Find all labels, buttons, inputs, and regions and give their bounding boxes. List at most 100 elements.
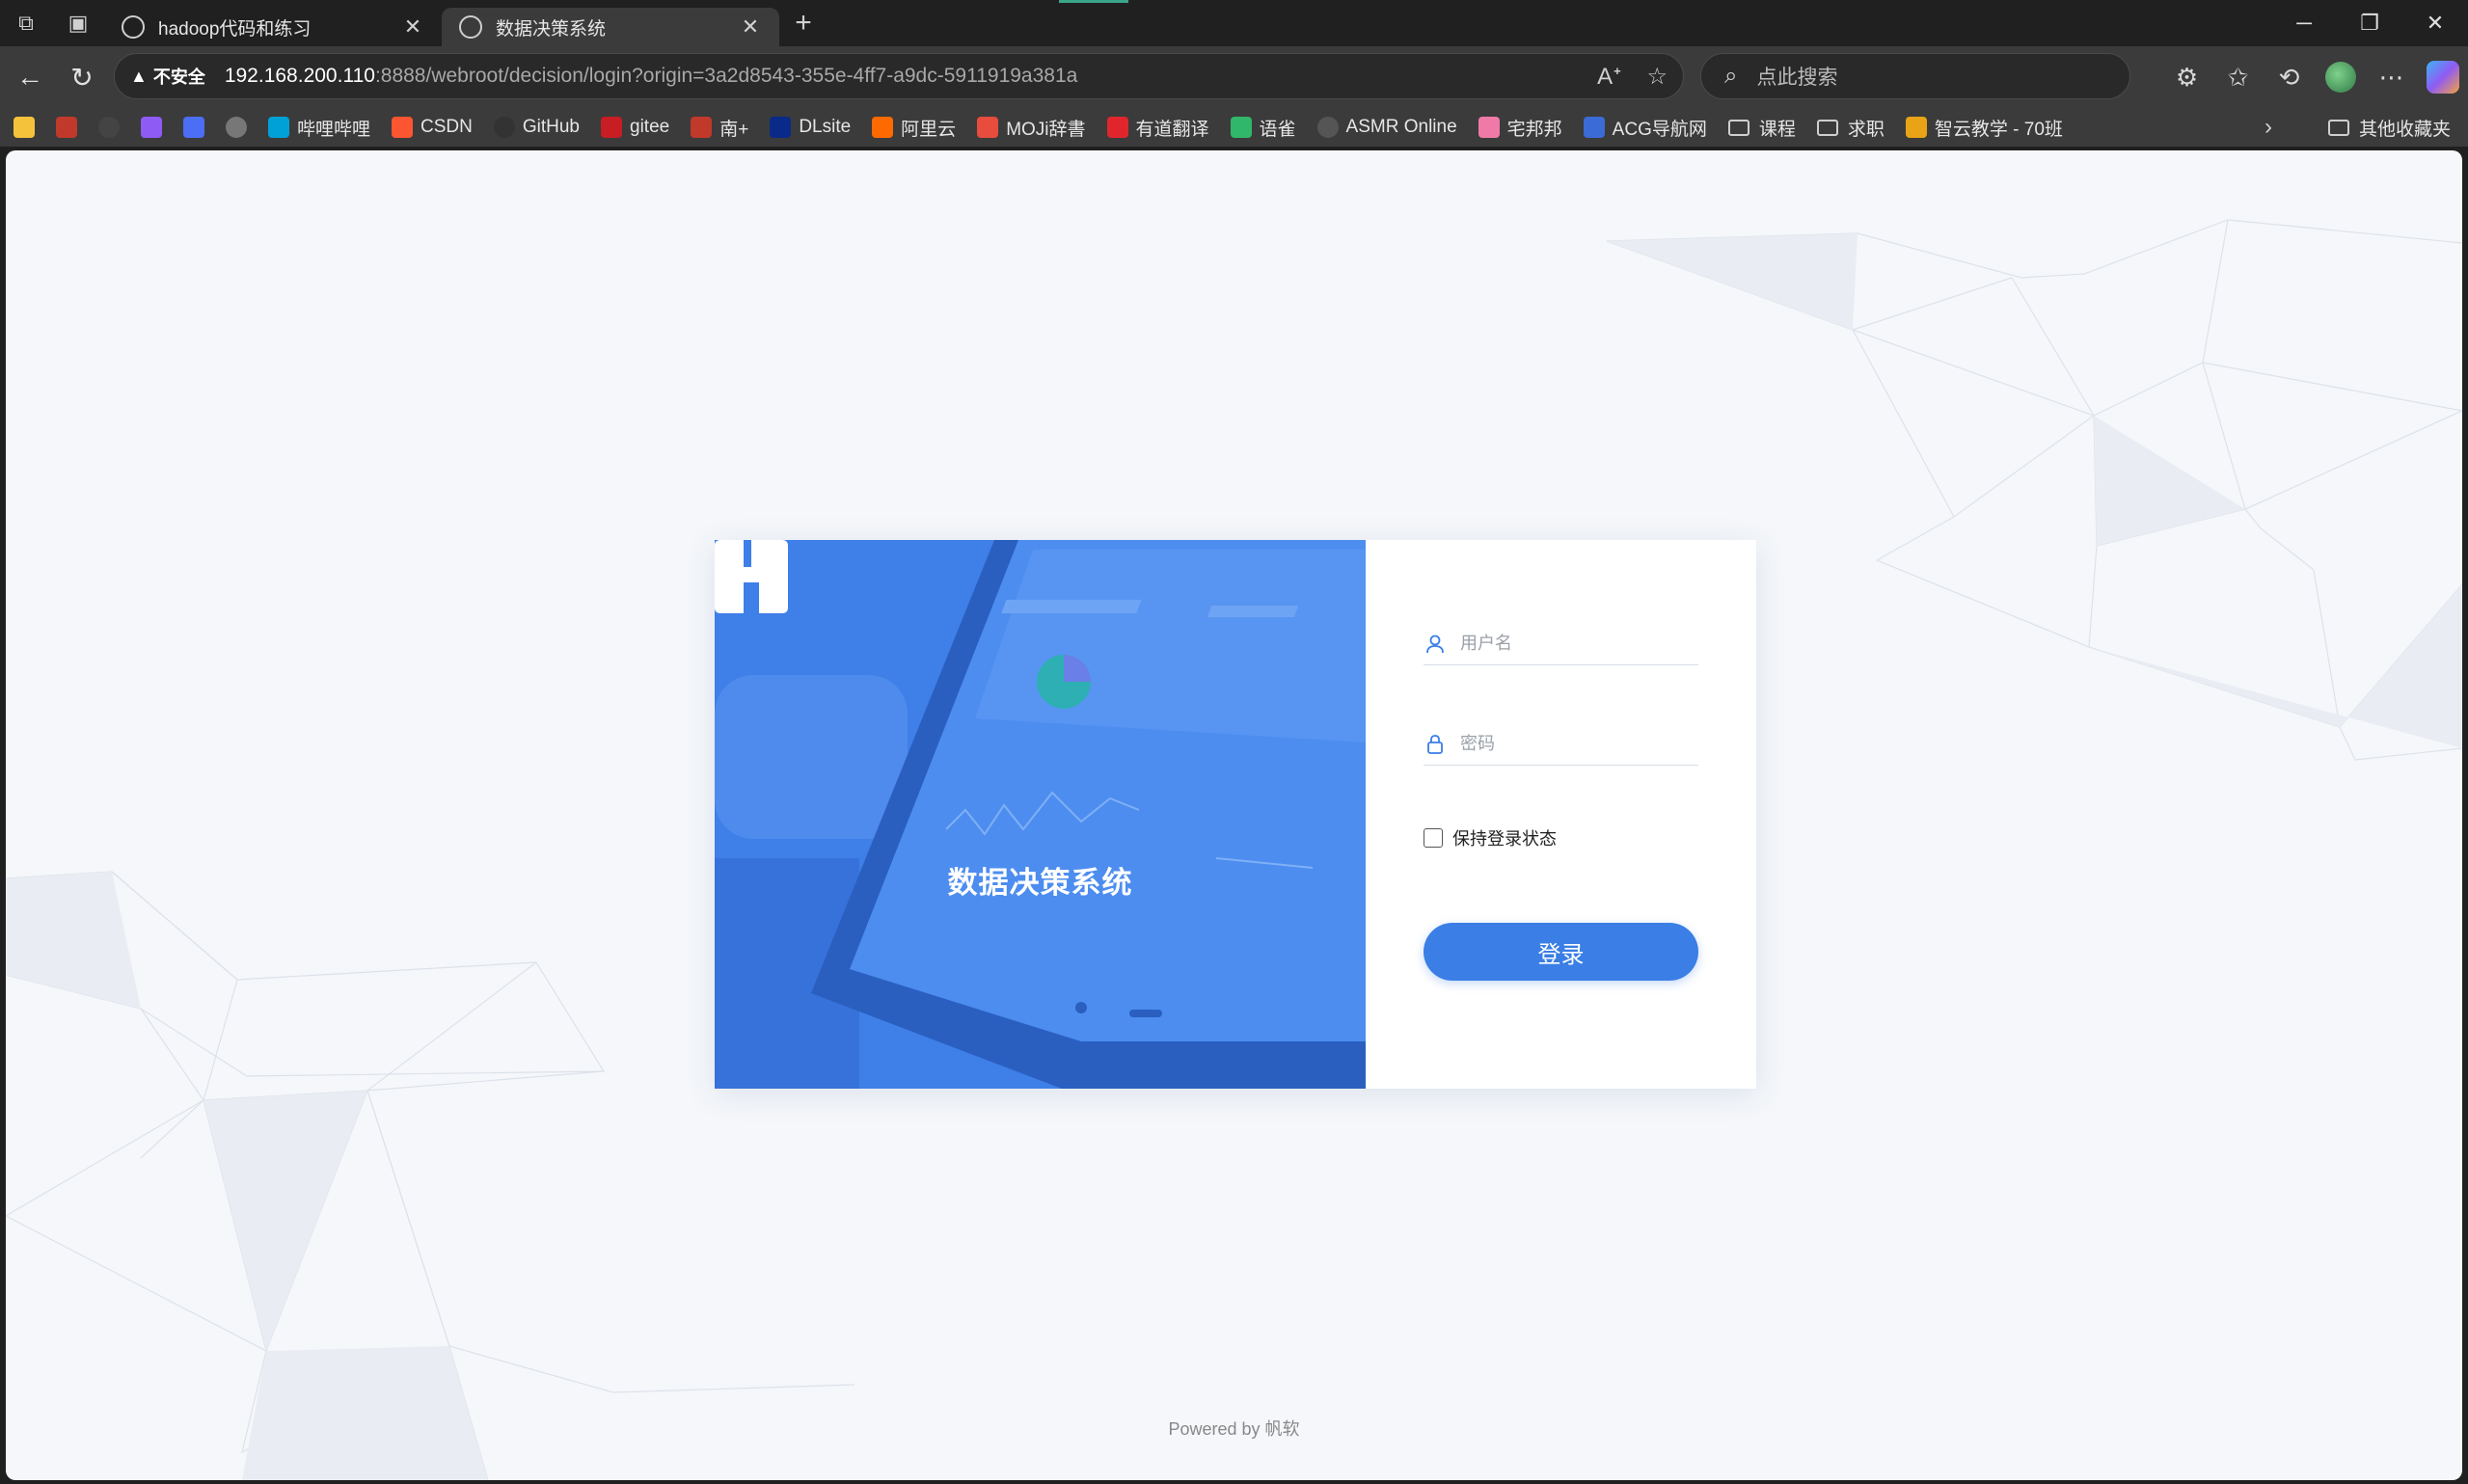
more-icon[interactable]: ⋯ [2366,51,2417,103]
yuque-icon [1230,117,1252,138]
avatar [2324,62,2356,93]
user-icon [1424,634,1447,654]
bookmark-item[interactable] [14,117,35,138]
search-icon: ⌕ [1724,63,1738,89]
bookmark-label: 哔哩哔哩 [297,119,371,140]
bookmark-label: 智云教学 - 70班 [1934,119,2063,140]
login-form: 保持登录状态 登录 [1366,540,1756,1089]
bookmark-item[interactable]: ASMR Online [1316,117,1457,138]
globe-icon [122,15,145,39]
bookmark-label: MOJi辞書 [1006,119,1086,140]
history-icon[interactable]: ⟲ [2264,51,2315,103]
bookmark-item[interactable]: 南+ [691,115,748,141]
bookmark-label: 南+ [719,119,749,140]
copilot-icon [141,117,162,138]
folder-icon [2327,119,2349,136]
south-plus-icon [691,117,713,138]
bookmark-item[interactable]: 阿里云 [872,115,956,141]
security-warning[interactable]: ▲ 不安全 [130,64,205,89]
tab-decision-system[interactable]: 数据决策系统 ✕ [442,8,779,46]
toolbar-right: ⚙ ✩ ⟲ ⋯ [2161,46,2468,108]
tablet-background-illustration [715,540,1366,1089]
tab-accent-bar [1059,0,1128,3]
bookmark-item[interactable]: 课程 [1727,115,1796,141]
restore-icon[interactable]: ❐ [2337,0,2402,46]
bookmark-item[interactable]: 求职 [1816,115,1885,141]
bookmark-label: 宅邦邦 [1506,119,1562,140]
bookmark-item[interactable] [98,117,120,138]
bookmark-label: 阿里云 [901,119,957,140]
navigation-bar: ← ↻ ▲ 不安全 192.168.200.110 :8888/webroot/… [0,46,2468,108]
fanruan-logo-icon [715,540,788,613]
search-box[interactable]: ⌕ 点此搜索 [1700,53,2130,99]
bookmarks-overflow-chevron-icon[interactable]: › [2265,108,2272,147]
url-host: 192.168.200.110 [224,65,375,87]
bookmark-item[interactable]: gitee [601,117,669,138]
bookmark-item[interactable]: 智云教学 - 70班 [1905,115,2063,141]
bookmark-item[interactable]: 哔哩哔哩 [268,115,370,141]
favorites-icon[interactable]: ✩ [2212,51,2264,103]
github-icon [493,117,515,138]
csdn-icon [392,117,414,138]
bookmarks-bar: 哔哩哔哩 CSDN GitHub gitee 南+ DLsite 阿里云 MOJi辞書 有道翻译… [0,108,2468,147]
bookmark-label: 有道翻译 [1135,119,1209,140]
warning-icon: ▲ [130,66,148,86]
brand-panel: 数据决策系统 [715,540,1366,1089]
profile-avatar[interactable] [2315,51,2366,103]
close-window-icon[interactable]: ✕ [2402,0,2468,46]
username-field[interactable] [1424,623,1698,665]
other-bookmarks[interactable]: 其他收藏夹 [2327,108,2451,147]
bookmark-item[interactable]: GitHub [493,117,580,138]
smiley-icon [14,117,35,138]
close-icon[interactable]: ✕ [401,14,424,40]
gitee-icon [601,117,622,138]
back-icon[interactable]: ← [4,51,56,103]
bookmark-label: ASMR Online [1345,117,1457,137]
openai-icon [98,117,120,138]
tab-actions-icon[interactable]: ▣ [52,0,104,46]
tab-title: 数据决策系统 [496,18,607,40]
password-field[interactable] [1424,723,1698,766]
aliyun-icon [872,117,894,138]
bookmark-item[interactable]: 语雀 [1230,115,1296,141]
bookmark-item[interactable] [183,117,204,138]
bookmark-item[interactable] [141,117,162,138]
bookmark-item[interactable]: ACG导航网 [1583,115,1707,141]
read-aloud-icon[interactable]: Aᐩ [1597,63,1621,91]
bilibili-icon [268,117,289,138]
acg-icon [1583,117,1605,138]
folder-icon [1727,119,1749,136]
bookmark-item[interactable]: MOJi辞書 [977,115,1086,141]
tab-hadoop[interactable]: hadoop代码和练习 ✕ [104,8,442,46]
address-bar[interactable]: ▲ 不安全 192.168.200.110 :8888/webroot/deci… [114,53,1684,99]
bookmark-item[interactable]: 宅邦邦 [1478,115,1562,141]
bookmark-item[interactable] [56,117,77,138]
reload-icon[interactable]: ↻ [56,51,108,103]
remember-me[interactable]: 保持登录状态 [1424,825,1557,850]
bookmark-label: 求职 [1847,119,1885,140]
new-tab-button[interactable]: + [779,0,827,46]
bookmark-item[interactable] [226,117,247,138]
favorite-star-icon[interactable]: ☆ [1646,63,1668,91]
globe-icon [1316,117,1339,138]
bookmark-item[interactable]: 有道翻译 [1106,115,1209,141]
password-input[interactable] [1460,734,1682,754]
username-input[interactable] [1460,634,1682,654]
minimize-icon[interactable]: ─ [2271,0,2337,46]
bookmark-label: gitee [630,117,670,137]
zhaibangbang-icon [1478,117,1500,138]
extensions-icon[interactable]: ⚙ [2161,51,2212,103]
tab-strip: ⧉ ▣ hadoop代码和练习 ✕ 数据决策系统 ✕ + ─ ❐ ✕ [0,0,2468,46]
window-controls: ─ ❐ ✕ [2271,0,2468,46]
red-glyph-icon [56,117,77,138]
bookmark-item[interactable]: CSDN [392,117,473,138]
bookmark-label: GitHub [522,117,580,137]
brand-title: 数据决策系统 [947,866,1133,900]
copilot-button[interactable] [2417,51,2468,103]
workspaces-icon[interactable]: ⧉ [0,0,52,46]
login-button[interactable]: 登录 [1424,923,1698,981]
bookmark-item[interactable]: DLsite [770,117,851,138]
close-icon[interactable]: ✕ [739,14,762,40]
remember-checkbox[interactable] [1424,828,1443,848]
search-placeholder: 点此搜索 [1756,67,1838,89]
